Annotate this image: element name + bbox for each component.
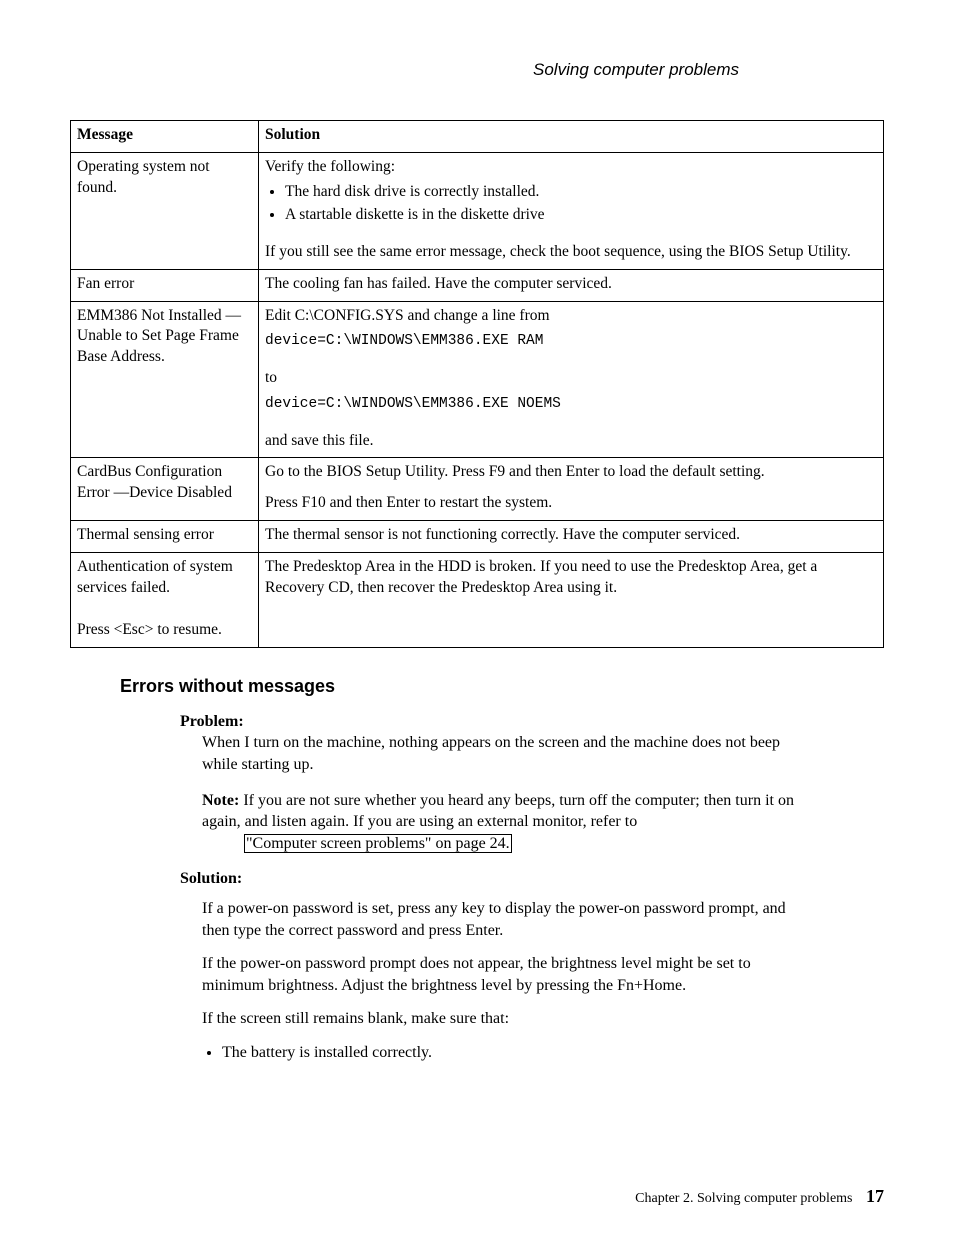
error-message-cell: Operating system not found. (71, 152, 259, 269)
table-header-solution: Solution (259, 121, 884, 153)
footer-page-number: 17 (866, 1186, 884, 1206)
problem-text: When I turn on the machine, nothing appe… (202, 732, 804, 775)
code-line: device=C:\WINDOWS\EMM386.EXE NOEMS (265, 395, 877, 415)
solution-outro: If you still see the same error message,… (265, 242, 877, 263)
running-header: Solving computer problems (70, 60, 884, 80)
note-text: If you are not sure whether you heard an… (202, 792, 794, 831)
solution-bullet: A startable diskette is in the diskette … (285, 205, 877, 226)
solution-intro: Verify the following: (265, 157, 877, 178)
solution-text: Press F10 and then Enter to restart the … (265, 493, 877, 514)
cross-reference-link[interactable]: "Computer screen problems" on page 24. (244, 834, 512, 853)
solution-bullet: The hard disk drive is correctly install… (285, 182, 877, 203)
solution-paragraph: If the screen still remains blank, make … (202, 1008, 804, 1030)
solution-text: and save this file. (265, 431, 877, 452)
table-row: Fan error The cooling fan has failed. Ha… (71, 269, 884, 301)
table-header-message: Message (71, 121, 259, 153)
solution-text: to (265, 368, 877, 389)
error-messages-table: Message Solution Operating system not fo… (70, 120, 884, 648)
table-row: CardBus Configuration Error —Device Disa… (71, 458, 884, 521)
problem-label: Problem: (180, 711, 804, 733)
error-message-cell: Authentication of system services failed… (71, 553, 259, 648)
error-message-cell: EMM386 Not Installed — Unable to Set Pag… (71, 301, 259, 458)
table-row: Authentication of system services failed… (71, 553, 884, 648)
error-message-cell: Thermal sensing error (71, 521, 259, 553)
solution-label: Solution: (180, 868, 804, 890)
error-solution-cell: Go to the BIOS Setup Utility. Press F9 a… (259, 458, 884, 521)
table-row: Thermal sensing error The thermal sensor… (71, 521, 884, 553)
section-heading-errors-without-messages: Errors without messages (120, 676, 884, 697)
note-block: Note: If you are not sure whether you he… (202, 790, 804, 855)
table-row: Operating system not found. Verify the f… (71, 152, 884, 269)
solution-text: Go to the BIOS Setup Utility. Press F9 a… (265, 462, 877, 483)
solution-bullet: The battery is installed correctly. (222, 1042, 804, 1064)
error-solution-cell: The thermal sensor is not functioning co… (259, 521, 884, 553)
footer-chapter: Chapter 2. Solving computer problems (635, 1191, 852, 1206)
solution-text: Edit C:\CONFIG.SYS and change a line fro… (265, 306, 877, 327)
table-row: EMM386 Not Installed — Unable to Set Pag… (71, 301, 884, 458)
error-solution-cell: The Predesktop Area in the HDD is broken… (259, 553, 884, 648)
code-line: device=C:\WINDOWS\EMM386.EXE RAM (265, 332, 877, 352)
error-solution-cell: Verify the following: The hard disk driv… (259, 152, 884, 269)
solution-paragraph: If a power-on password is set, press any… (202, 898, 804, 941)
note-label: Note: (202, 792, 239, 809)
error-message-cell: Fan error (71, 269, 259, 301)
error-solution-cell: Edit C:\CONFIG.SYS and change a line fro… (259, 301, 884, 458)
solution-paragraph: If the power-on password prompt does not… (202, 953, 804, 996)
error-solution-cell: The cooling fan has failed. Have the com… (259, 269, 884, 301)
page-footer: Chapter 2. Solving computer problems 17 (635, 1186, 884, 1207)
error-message-cell: CardBus Configuration Error —Device Disa… (71, 458, 259, 521)
